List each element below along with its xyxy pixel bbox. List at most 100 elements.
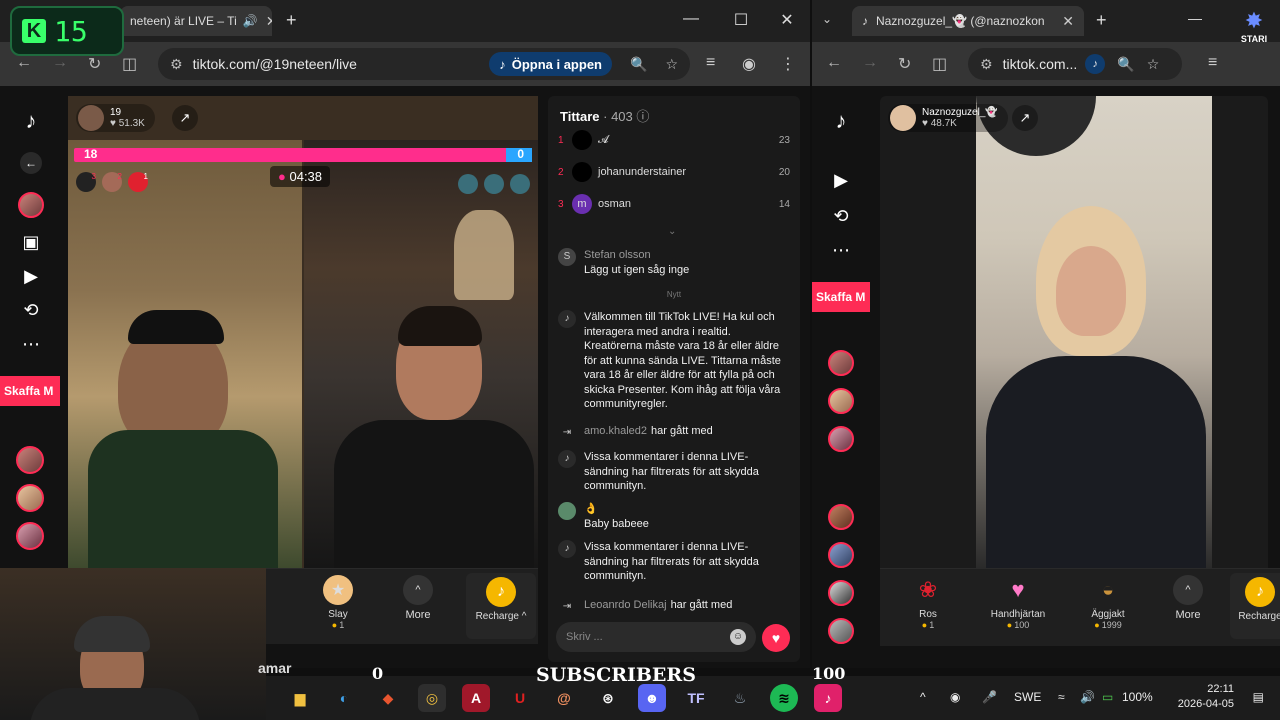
bookmark-star-icon[interactable]: ☆: [665, 56, 678, 73]
top-viewer-row[interactable]: 2 johanunderstainer 20: [558, 159, 790, 185]
tray-app-icon[interactable]: ◉: [950, 690, 960, 704]
clock[interactable]: 22:11 2026-04-05: [1178, 682, 1234, 712]
split-view-icon[interactable]: ◫: [122, 54, 137, 74]
forward-icon[interactable]: →: [862, 54, 878, 72]
expand-chevron-icon[interactable]: ⌄: [668, 226, 676, 237]
address-bar[interactable]: ⚙ tiktok.com/@19neteen/live ♪ Öppna i ap…: [158, 48, 690, 80]
reload-icon[interactable]: ↻: [898, 54, 911, 74]
live-avatar[interactable]: [828, 350, 854, 376]
user-avatar[interactable]: [558, 502, 576, 520]
get-coins-button[interactable]: Skaffa M: [812, 282, 870, 312]
minimize-button[interactable]: —: [668, 10, 714, 28]
emoji-icon[interactable]: ☺: [730, 629, 746, 645]
wifi-icon[interactable]: ≈: [1058, 690, 1065, 704]
host-avatar[interactable]: [78, 105, 104, 131]
new-tab-icon[interactable]: +: [1096, 10, 1107, 31]
host-info-chip[interactable]: Naznozguzel_👻 ♥ 48.7K: [888, 104, 1008, 132]
gift-egg-hunt[interactable]: ◒ Äggjakt 1999: [1078, 575, 1138, 631]
more-dots-icon[interactable]: ⋯: [830, 240, 852, 261]
zoom-icon[interactable]: 🔍: [1117, 56, 1134, 73]
gift-heart-hands[interactable]: ♥ Handhjärtan 100: [982, 575, 1054, 630]
close-tab-icon[interactable]: ✕: [1054, 13, 1074, 30]
reload-icon[interactable]: ↻: [88, 54, 101, 74]
zoom-icon[interactable]: 🔍: [630, 56, 647, 73]
notification-icon[interactable]: ▤: [1253, 690, 1264, 704]
open-in-app-button[interactable]: ♪ Öppna i appen: [489, 52, 612, 76]
like-heart-button[interactable]: ♥: [762, 624, 790, 652]
live-avatar[interactable]: [828, 388, 854, 414]
tab-active[interactable]: ♪ Naznozguzel_👻 (@naznozkon ✕: [852, 6, 1084, 36]
share-icon[interactable]: ↗: [1012, 105, 1038, 131]
forward-icon[interactable]: →: [52, 54, 68, 72]
bookmark-star-icon[interactable]: ☆: [1147, 56, 1160, 73]
language-indicator[interactable]: SWE: [1014, 690, 1041, 704]
close-button[interactable]: ✕: [764, 10, 810, 30]
live-avatar[interactable]: [828, 426, 854, 452]
gift-more[interactable]: ^ More: [388, 575, 448, 621]
host-avatar[interactable]: [890, 105, 916, 131]
tiktok-logo-icon[interactable]: ♪: [830, 108, 852, 134]
tiktok-logo-icon[interactable]: ♪: [20, 108, 42, 134]
microphone-icon[interactable]: 🎤: [982, 690, 997, 704]
seat-icon[interactable]: [484, 174, 504, 194]
explore-icon[interactable]: ▶: [20, 266, 42, 287]
host-info-chip[interactable]: 19 ♥ 51.3K: [76, 104, 155, 132]
site-info-icon[interactable]: ⚙: [170, 56, 183, 73]
recharge-button[interactable]: ♪ Recharge ^: [466, 573, 536, 639]
volume-icon[interactable]: 🔊: [1080, 690, 1095, 704]
seat-icon[interactable]: [510, 174, 530, 194]
address-bar[interactable]: ⚙ tiktok.com... ♪ 🔍 ☆: [968, 48, 1182, 80]
back-icon[interactable]: ←: [16, 54, 32, 72]
media-control-icon[interactable]: ≡: [706, 54, 715, 72]
top-viewer-row[interactable]: 1 𝓐 23: [558, 127, 790, 153]
followed-avatar[interactable]: [18, 192, 44, 218]
live-avatar[interactable]: [828, 504, 854, 530]
history-icon[interactable]: ⟲: [20, 300, 42, 321]
menu-icon[interactable]: ⋮: [780, 54, 796, 74]
live-video-player[interactable]: Naznozguzel_👻 ♥ 48.7K ↗: [880, 96, 1268, 568]
message-user[interactable]: Leoanrdo Delikaj: [584, 599, 667, 611]
maximize-button[interactable]: ☐: [718, 10, 764, 30]
more-dots-icon[interactable]: ⋯: [20, 334, 42, 355]
tray-chevron-icon[interactable]: ^: [920, 690, 926, 704]
profile-icon[interactable]: ◉: [742, 54, 756, 74]
new-tab-icon[interactable]: +: [286, 10, 297, 31]
seat-icon[interactable]: [458, 174, 478, 194]
recharge-button[interactable]: ♪ Recharge: [1230, 573, 1280, 639]
gifter-rank-badge[interactable]: 2: [102, 172, 122, 192]
tab-active[interactable]: neteen) är LIVE – Ti 🔊 ✕: [120, 6, 272, 36]
live-avatar[interactable]: [16, 446, 44, 474]
back-arrow-icon[interactable]: ←: [20, 152, 42, 174]
info-icon[interactable]: ⓘ: [636, 109, 649, 124]
gift-slay[interactable]: ★ Slay 1: [308, 575, 368, 630]
close-tab-icon[interactable]: ✕: [258, 13, 272, 30]
get-coins-button[interactable]: Skaffa M: [0, 376, 60, 406]
live-avatar[interactable]: [828, 618, 854, 644]
user-avatar[interactable]: S: [558, 248, 576, 266]
minimize-button[interactable]: —: [1188, 10, 1202, 26]
gift-more[interactable]: ^ More: [1158, 575, 1218, 621]
message-user[interactable]: amo.khaled2: [584, 425, 647, 437]
live-camera-icon[interactable]: ▣: [20, 232, 42, 253]
message-user[interactable]: 👌: [584, 502, 649, 517]
split-view-icon[interactable]: ◫: [932, 54, 947, 74]
live-video-player[interactable]: 19 ♥ 51.3K ↗ 18 0 3 2 1 ● 04:38: [68, 96, 538, 568]
explore-icon[interactable]: ▶: [830, 170, 852, 191]
live-avatar[interactable]: [16, 522, 44, 550]
tab-search-icon[interactable]: ⌄: [822, 12, 832, 26]
gifter-rank-badge[interactable]: 3: [76, 172, 96, 192]
gift-rose[interactable]: ❀ Ros 1: [898, 575, 958, 630]
back-icon[interactable]: ←: [826, 54, 842, 72]
share-icon[interactable]: ↗: [172, 105, 198, 131]
open-in-app-icon[interactable]: ♪: [1085, 54, 1106, 74]
top-viewer-row[interactable]: 3 m osman 14: [558, 191, 790, 217]
gifter-rank-badge[interactable]: 1: [128, 172, 148, 192]
media-control-icon[interactable]: ≡: [1208, 54, 1217, 72]
site-info-icon[interactable]: ⚙: [980, 56, 993, 73]
battery-icon[interactable]: ▭: [1102, 690, 1113, 704]
speaker-icon[interactable]: 🔊: [243, 14, 258, 28]
message-user[interactable]: Stefan olsson: [584, 248, 685, 263]
live-avatar[interactable]: [828, 542, 854, 568]
chat-input[interactable]: Skriv ... ☺: [556, 622, 756, 652]
live-avatar[interactable]: [828, 580, 854, 606]
